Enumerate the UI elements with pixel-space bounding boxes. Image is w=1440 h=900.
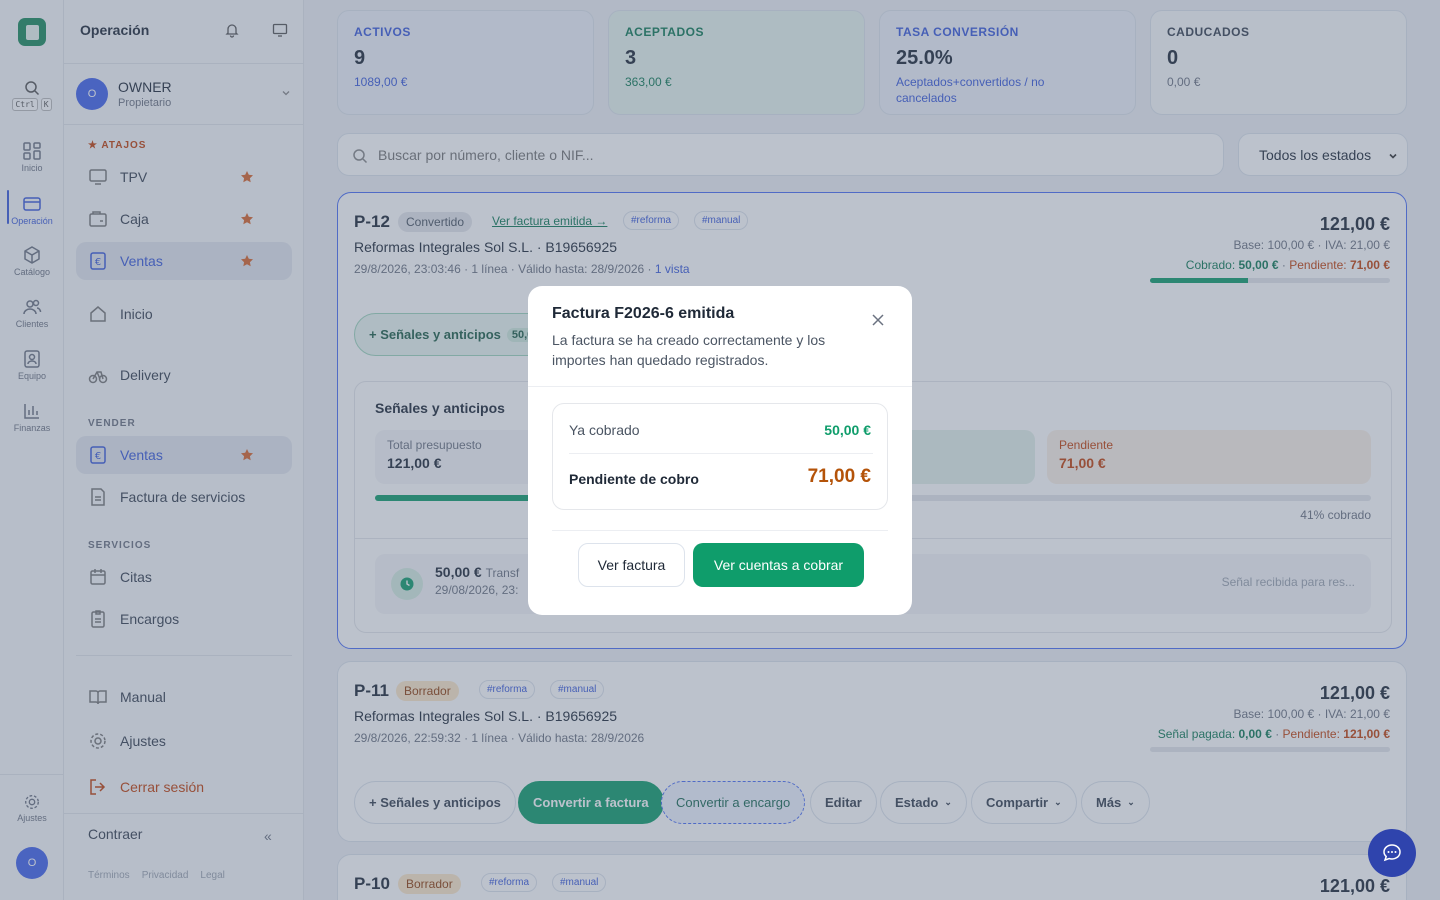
divider	[569, 453, 873, 454]
collected-value: 50,00 €	[824, 422, 871, 438]
divider	[528, 386, 912, 387]
dialog-title: Factura F2026-6 emitida	[552, 305, 735, 322]
view-invoice-button[interactable]: Ver factura	[578, 543, 685, 587]
collected-label: Ya cobrado	[569, 422, 640, 438]
pending-label: Pendiente de cobro	[569, 471, 699, 487]
amounts-summary: Ya cobrado 50,00 € Pendiente de cobro 71…	[552, 403, 888, 510]
chat-button[interactable]	[1368, 829, 1416, 877]
divider	[552, 530, 888, 531]
close-icon[interactable]	[871, 313, 885, 327]
invoice-issued-dialog: Factura F2026-6 emitida La factura se ha…	[528, 286, 912, 615]
view-receivables-button[interactable]: Ver cuentas a cobrar	[693, 543, 864, 587]
chat-icon	[1383, 844, 1401, 862]
pending-value: 71,00 €	[807, 466, 871, 487]
dialog-description: La factura se ha creado correctamente y …	[552, 332, 826, 368]
